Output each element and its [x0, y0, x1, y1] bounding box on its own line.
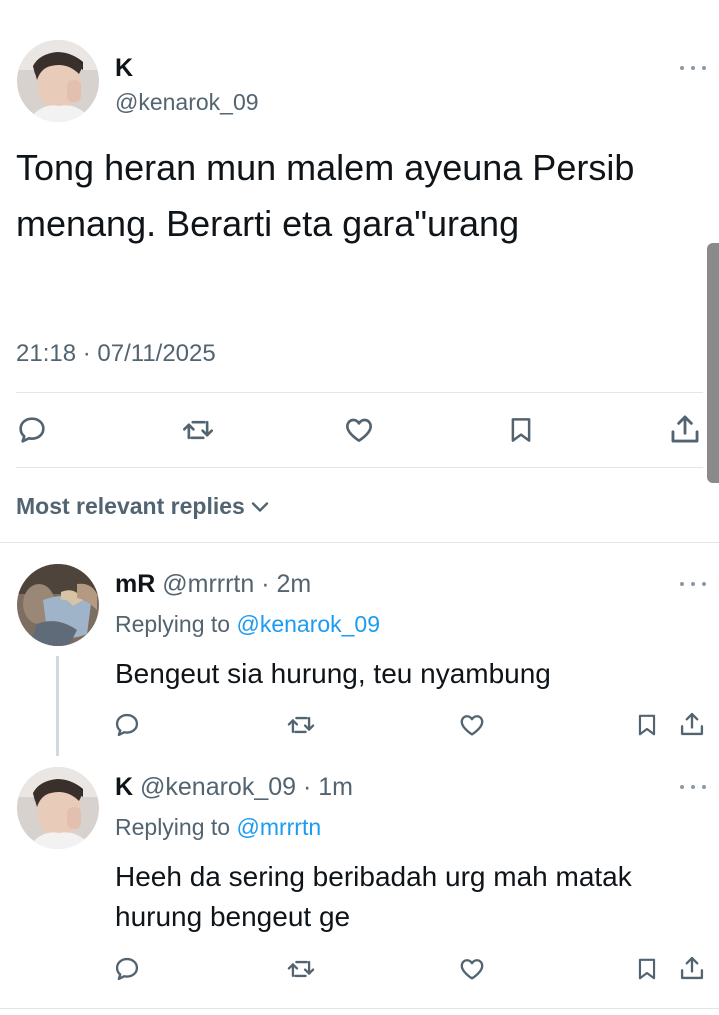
retweet-button[interactable] [178, 412, 218, 448]
author-name[interactable]: K [115, 54, 133, 83]
retweet-icon [287, 716, 315, 734]
share-icon [680, 956, 704, 980]
replying-to-line: Replying to @mrrrtn [115, 814, 321, 841]
reply-button[interactable] [14, 412, 50, 448]
share-button[interactable] [676, 708, 708, 740]
reply-avatar[interactable] [17, 564, 99, 646]
bookmark-icon [511, 418, 531, 442]
reply-avatar[interactable] [17, 767, 99, 849]
reply-button[interactable] [112, 710, 142, 740]
reply-time: · 2m [254, 570, 312, 598]
like-icon [346, 418, 372, 442]
like-button[interactable] [341, 412, 377, 448]
bookmark-button[interactable] [503, 412, 539, 448]
reply-author-handle[interactable]: @mrrrtn [162, 570, 254, 598]
replying-to-label: Replying to [115, 611, 237, 637]
reply-icon [19, 417, 45, 443]
share-button[interactable] [676, 952, 708, 984]
divider [16, 467, 703, 468]
reply-icon [115, 713, 139, 737]
like-button[interactable] [457, 954, 487, 984]
like-icon [460, 715, 484, 736]
tweet-timestamp[interactable]: 21:18 · 07/11/2025 [16, 340, 216, 368]
replies-sort-dropdown[interactable]: Most relevant replies [16, 493, 269, 520]
reply-header: mR @mrrrtn · 2m [115, 570, 311, 599]
like-icon [460, 959, 484, 980]
reply-icon [115, 957, 139, 981]
retweet-button[interactable] [285, 954, 317, 984]
author-avatar[interactable] [17, 40, 99, 122]
share-icon [671, 415, 699, 443]
chevron-down-icon [251, 501, 269, 512]
replying-to-mention[interactable]: @kenarok_09 [236, 611, 380, 637]
divider [0, 542, 719, 543]
replying-to-label: Replying to [115, 814, 237, 840]
bookmark-button[interactable] [632, 710, 662, 740]
more-options-icon[interactable] [680, 580, 706, 588]
like-button[interactable] [457, 710, 487, 740]
reply-author-handle[interactable]: @kenarok_09 [140, 773, 296, 801]
more-options-icon[interactable] [680, 64, 706, 72]
replying-to-line: Replying to @kenarok_09 [115, 611, 380, 638]
retweet-icon [182, 420, 214, 440]
reply-author-name[interactable]: mR [115, 570, 155, 598]
author-handle[interactable]: @kenarok_09 [115, 89, 259, 116]
bookmark-button[interactable] [632, 954, 662, 984]
reply-text: Bengeut sia hurung, teu nyambung [115, 658, 551, 689]
replies-sort-label: Most relevant replies [16, 493, 245, 519]
reply-button[interactable] [112, 954, 142, 984]
share-button[interactable] [666, 410, 704, 448]
reply-author-name[interactable]: K [115, 773, 133, 801]
bookmark-icon [638, 958, 656, 980]
tweet-text: Tong heran mun malem ayeuna Persib menan… [16, 147, 635, 244]
bookmark-icon [638, 714, 656, 736]
reply-header: K @kenarok_09 · 1m [115, 773, 353, 802]
divider [0, 1008, 719, 1009]
more-options-icon[interactable] [680, 783, 706, 791]
thread-connector-line [56, 656, 59, 756]
replying-to-mention[interactable]: @mrrrtn [236, 814, 321, 840]
divider [16, 392, 703, 393]
reply-time: · 1m [296, 773, 353, 801]
scrollbar-thumb[interactable] [707, 243, 719, 483]
reply-text: Heeh da sering beribadah urg mah matak h… [115, 861, 632, 932]
retweet-icon [287, 960, 315, 978]
retweet-button[interactable] [285, 710, 317, 740]
share-icon [680, 712, 704, 736]
